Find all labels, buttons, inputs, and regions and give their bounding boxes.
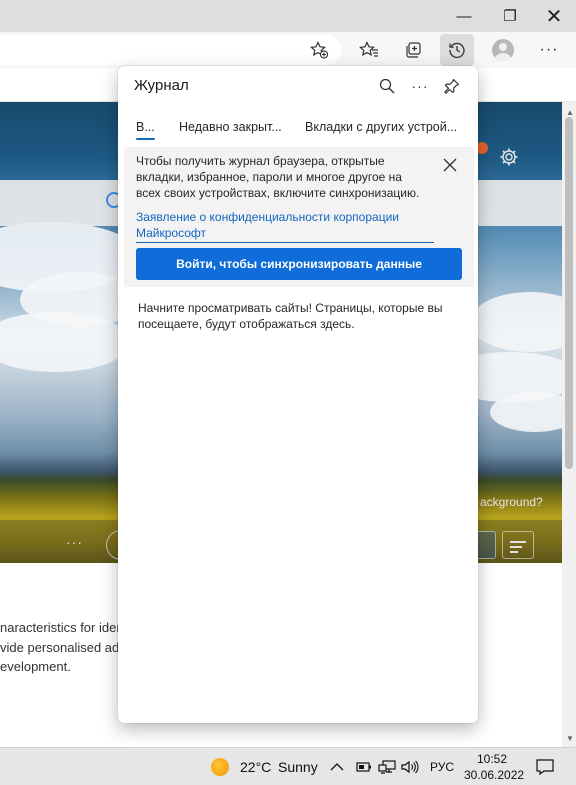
clock-time: 10:52 [476, 752, 508, 766]
scroll-down-arrow[interactable]: ▼ [566, 734, 574, 743]
weather-temperature[interactable]: 22°C [240, 748, 271, 785]
show-hidden-icons-icon[interactable] [330, 748, 344, 785]
privacy-statement-link[interactable]: Заявление о конфиденциальности корпораци… [136, 209, 434, 243]
scroll-up-arrow[interactable]: ▲ [566, 108, 574, 117]
clock[interactable]: 10:52 30.06.2022 [464, 751, 525, 783]
close-button[interactable]: ✕ [531, 0, 576, 32]
scroll-thumb[interactable] [565, 117, 573, 469]
sync-promo: Чтобы получить журнал браузера, открытые… [124, 147, 474, 287]
empty-history-message: Начните просматривать сайты! Страницы, к… [138, 301, 443, 331]
weather-sun-icon[interactable] [211, 758, 229, 776]
input-language[interactable]: РУС [430, 748, 454, 785]
profile-button[interactable] [486, 34, 520, 66]
collections-icon[interactable] [396, 34, 430, 66]
taskbar: 22°C Sunny РУС 10:52 30.06.2022 [0, 747, 576, 785]
browser-toolbar: ··· [0, 32, 576, 68]
pin-icon[interactable] [440, 74, 464, 98]
restore-button[interactable]: ❐ [487, 0, 533, 32]
background-page-text: naracteristics for iden vide personalise… [0, 618, 126, 677]
more-options-icon[interactable]: ··· [408, 74, 432, 98]
hero-button [476, 531, 496, 559]
network-icon[interactable] [378, 748, 396, 785]
background-text-line: vide personalised ads [0, 639, 126, 655]
search-icon[interactable] [375, 74, 399, 98]
volume-icon[interactable] [401, 748, 419, 785]
background-text-line: evelopment. [0, 659, 71, 674]
avatar [492, 39, 514, 61]
panel-title: Журнал [134, 77, 189, 94]
tab-other-devices[interactable]: Вкладки с других устрой... [305, 120, 457, 134]
battery-icon[interactable] [356, 748, 372, 785]
address-bar[interactable] [0, 35, 342, 65]
sign-in-sync-button[interactable]: Войти, чтобы синхронизировать данные [136, 248, 462, 280]
clock-date: 30.06.2022 [464, 768, 525, 782]
minimize-button[interactable]: — [441, 0, 487, 32]
favorites-icon[interactable] [352, 34, 386, 66]
settings-more-button[interactable]: ··· [532, 34, 566, 66]
notifications-icon[interactable] [536, 748, 554, 785]
tab-recently-closed[interactable]: Недавно закрыт... [179, 120, 282, 134]
sync-message: Чтобы получить журнал браузера, открытые… [136, 154, 420, 200]
background-text-line: naracteristics for iden [0, 620, 124, 635]
page-settings-icon [498, 146, 520, 168]
history-tabs: В... Недавно закрыт... Вкладки с других … [118, 116, 478, 142]
hero-caption: ackground? [480, 495, 543, 509]
history-panel: Журнал ··· В... Недавно закрыт... Вкладк… [118, 66, 478, 723]
weather-condition[interactable]: Sunny [278, 748, 318, 785]
close-icon[interactable] [440, 155, 460, 175]
selected-tab-indicator [136, 138, 155, 140]
title-bar: — ❐ ✕ [0, 0, 576, 32]
hero-layout-icon [502, 531, 534, 559]
history-icon[interactable] [440, 34, 474, 66]
tab-all[interactable]: В... [136, 120, 155, 134]
hero-more-icon: ··· [66, 534, 83, 550]
add-favorite-icon[interactable] [306, 39, 332, 61]
